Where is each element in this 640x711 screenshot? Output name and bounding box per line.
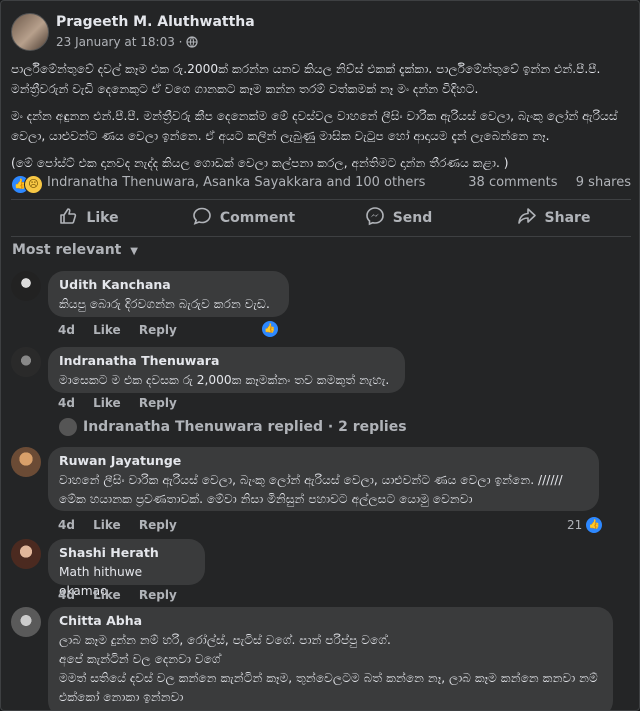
like-reaction-icon: 👍	[585, 516, 604, 534]
commenter-name[interactable]: Indranatha Thenuwara	[59, 353, 393, 368]
share-arrow-icon	[517, 206, 537, 230]
send-label: Send	[392, 210, 433, 226]
commenter-name[interactable]: Ruwan Jayatunge	[59, 453, 587, 468]
post-author-name[interactable]: Prageeth M. Aluthwattha	[56, 14, 255, 30]
shares-count[interactable]: 9 shares	[576, 175, 631, 190]
post-paragraph: (මේ පෝස්ට් එක දානවද නැද්ද කියල ගොඩක් වෙල…	[11, 156, 509, 170]
comment-actions: 4d Like Reply	[58, 588, 191, 602]
comment-actions: 4d Like Reply	[58, 396, 191, 410]
engagement-counts: 38 comments 9 shares	[468, 175, 631, 190]
comment-reply-link[interactable]: Reply	[139, 396, 177, 410]
like-label: Like	[86, 210, 119, 226]
reaction-icons[interactable]: 👍 ☹	[11, 175, 47, 194]
reaction-count: 21	[567, 518, 583, 532]
comment-reaction[interactable]: 👍	[261, 320, 279, 338]
author-avatar[interactable]	[11, 13, 49, 51]
commenter-avatar[interactable]	[11, 539, 41, 569]
comment-actions: 4d Like Reply	[58, 518, 191, 532]
comment-like-link[interactable]: Like	[93, 323, 121, 337]
comment-bubble: Chitta Abha ලාබ කෑම දුන්න නම් හරි, රෝල්ස…	[48, 607, 613, 710]
comment-reply-link[interactable]: Reply	[139, 588, 177, 602]
view-replies-link[interactable]: Indranatha Thenuwara replied · 2 replies	[59, 418, 407, 436]
comment-like-link[interactable]: Like	[93, 588, 121, 602]
comment-text: මාසෙකට ම එක දවසක රු 2,000ක කෑමක්නං තව කම…	[59, 373, 390, 387]
share-label: Share	[544, 210, 591, 226]
post-paragraph: පාර්ලිමේන්තුවේ දවල් කෑම එක රු.2000ක් කරන…	[11, 62, 601, 96]
commenter-avatar[interactable]	[11, 271, 41, 301]
comment-button[interactable]: Comment	[166, 200, 321, 236]
post-paragraph: මං දන්න අඳුනන එන්.පී.පී. මන්ත්‍රීවරු කීප…	[11, 109, 618, 143]
comment-age[interactable]: 4d	[58, 396, 75, 410]
commenter-name[interactable]: Chitta Abha	[59, 613, 601, 628]
comments-count[interactable]: 38 comments	[468, 175, 557, 190]
replies-text: Indranatha Thenuwara replied · 2 replies	[83, 419, 407, 435]
thumbs-up-icon	[58, 206, 78, 230]
comment-bubble: Ruwan Jayatunge වාහනේ ලීසිං වාරික ඇරියස්…	[48, 447, 599, 511]
comment-bubble: Indranatha Thenuwara මාසෙකට ම එක දවසක රු…	[48, 347, 405, 393]
comment-reply-link[interactable]: Reply	[139, 323, 177, 337]
reaction-names[interactable]: Indranatha Thenuwara, Asanka Sayakkara a…	[47, 175, 425, 190]
commenter-name[interactable]: Udith Kanchana	[59, 277, 277, 292]
facebook-post-card: Prageeth M. Aluthwattha 23 January at 18…	[0, 0, 640, 711]
comment-actions: 4d Like Reply	[58, 323, 191, 337]
globe-icon	[186, 36, 198, 51]
commenter-avatar[interactable]	[11, 347, 41, 377]
comment-text: වාහනේ ලීසිං වාරික ඇරියස් වෙලා, බැංකු ලෝන…	[59, 473, 563, 506]
post-body: පාර්ලිමේන්තුවේ දවල් කෑම එක රු.2000ක් කරන…	[11, 59, 631, 180]
comment-age[interactable]: 4d	[58, 323, 75, 337]
comment-like-link[interactable]: Like	[93, 396, 121, 410]
comment-age[interactable]: 4d	[58, 518, 75, 532]
comment-like-link[interactable]: Like	[93, 518, 121, 532]
share-button[interactable]: Share	[476, 200, 631, 236]
reply-avatar	[59, 418, 77, 436]
comment-text: කියපු බොරු දිරවගන්න බැරුව කරන වැඩ.	[59, 297, 270, 311]
sad-reaction-icon: ☹	[24, 175, 43, 194]
comment-sort-dropdown[interactable]: Most relevant ▼	[12, 242, 138, 258]
divider	[11, 236, 631, 237]
comment-bubble: Udith Kanchana කියපු බොරු දිරවගන්න බැරුව…	[48, 271, 289, 317]
like-button[interactable]: Like	[11, 200, 166, 236]
comment-bubble-icon	[192, 206, 212, 230]
post-action-bar: Like Comment Send Share	[11, 200, 631, 236]
chevron-down-icon: ▼	[130, 246, 138, 257]
comment-reply-link[interactable]: Reply	[139, 518, 177, 532]
comment-reaction[interactable]: 21 👍	[567, 516, 604, 534]
comment-age[interactable]: 4d	[58, 588, 75, 602]
sort-label: Most relevant	[12, 242, 122, 258]
comment-text: ලාබ කෑම දුන්න නම් හරි, රෝල්ස්, පැටිස් වග…	[59, 633, 598, 704]
like-reaction-icon: 👍	[261, 320, 279, 338]
commenter-avatar[interactable]	[11, 607, 41, 637]
reaction-summary: 👍 ☹ Indranatha Thenuwara, Asanka Sayakka…	[11, 173, 631, 195]
commenter-avatar[interactable]	[11, 447, 41, 477]
messenger-icon	[365, 206, 385, 230]
commenter-name[interactable]: Shashi Herath	[59, 545, 193, 560]
send-button[interactable]: Send	[321, 200, 476, 236]
post-date[interactable]: 23 January at 18:03 ·	[56, 35, 186, 49]
comment-bubble: Shashi Herath Math hithuwe okamao	[48, 539, 205, 598]
comment-label: Comment	[219, 210, 296, 226]
post-meta: 23 January at 18:03 ·	[56, 35, 198, 51]
